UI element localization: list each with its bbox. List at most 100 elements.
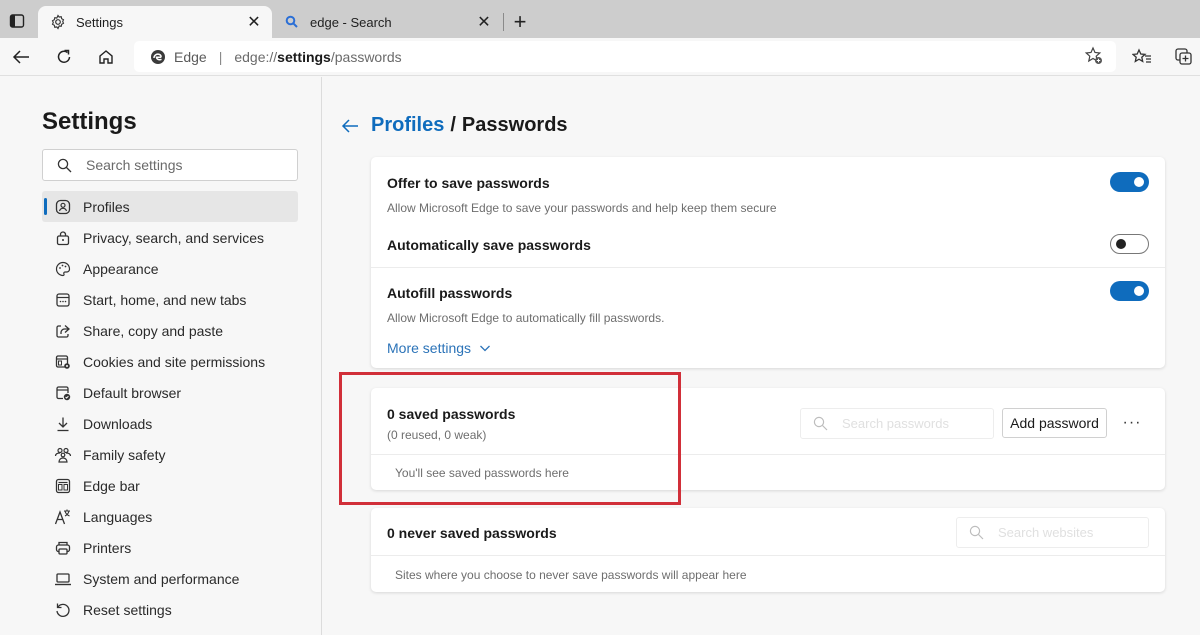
sidebar-item-system[interactable]: System and performance	[42, 563, 298, 594]
breadcrumb: Profiles / Passwords	[341, 114, 568, 137]
arrow-left-icon	[341, 118, 358, 133]
lock-icon	[54, 229, 72, 247]
back-button[interactable]	[7, 44, 35, 70]
offer-save-desc: Allow Microsoft Edge to save your passwo…	[387, 201, 777, 215]
sidebar-item-label: Edge bar	[83, 477, 140, 494]
chevron-down-icon	[480, 345, 491, 352]
search-websites[interactable]	[956, 517, 1149, 548]
add-password-button[interactable]: Add password	[1002, 408, 1107, 438]
search-icon	[284, 14, 300, 30]
more-settings-label: More settings	[387, 340, 472, 356]
tab-settings[interactable]: Settings ✕	[38, 6, 272, 38]
laptop-icon	[54, 570, 72, 588]
address-bar[interactable]: Edge | edge://settings/passwords	[134, 41, 1116, 72]
divider	[371, 267, 1165, 268]
divider	[371, 555, 1165, 556]
sidebar-item-label: Share, copy and paste	[83, 322, 224, 339]
share-icon	[54, 322, 72, 340]
tab-actions-button[interactable]	[6, 10, 28, 32]
breadcrumb-separator: /	[450, 114, 456, 136]
refresh-icon	[57, 49, 71, 63]
settings-search[interactable]	[42, 149, 298, 181]
tab-actions-icon	[9, 14, 25, 28]
sidebar-item-printers[interactable]: Printers	[42, 532, 298, 563]
offer-save-title: Offer to save passwords	[387, 175, 550, 191]
settings-search-input[interactable]	[86, 157, 266, 173]
home-icon	[99, 50, 113, 64]
download-icon	[54, 415, 72, 433]
never-saved-empty: Sites where you choose to never save pas…	[395, 568, 747, 582]
auto-save-toggle[interactable]	[1110, 234, 1149, 254]
cookies-icon	[54, 353, 72, 371]
settings-sidebar: Settings Profiles Privacy, search, and s…	[0, 77, 322, 635]
favorites-button[interactable]	[1128, 44, 1156, 70]
languages-icon	[54, 508, 72, 526]
tab-divider	[503, 13, 504, 31]
star-add-icon	[1084, 46, 1102, 64]
sidebar-item-appearance[interactable]: Appearance	[42, 253, 298, 284]
sidebar-item-privacy[interactable]: Privacy, search, and services	[42, 222, 298, 253]
sidebar-nav: Profiles Privacy, search, and services A…	[42, 191, 298, 625]
search-passwords-input[interactable]	[842, 416, 972, 431]
address-url: edge://settings/passwords	[234, 48, 402, 65]
sidebar-item-languages[interactable]: Languages	[42, 501, 298, 532]
close-tab-button[interactable]: ✕	[244, 12, 264, 32]
offer-save-toggle[interactable]	[1110, 172, 1149, 192]
favorites-icon	[1132, 48, 1151, 63]
default-browser-icon	[54, 384, 72, 402]
sidebar-item-label: Family safety	[83, 446, 166, 463]
annotation-highlight-box	[339, 372, 681, 505]
search-icon	[813, 416, 828, 431]
never-saved-count: 0 never saved passwords	[387, 525, 557, 541]
new-tab-icon	[54, 291, 72, 309]
family-icon	[54, 446, 72, 464]
profile-icon	[54, 198, 72, 216]
palette-icon	[54, 260, 72, 278]
never-saved-card: 0 never saved passwords Sites where you …	[371, 508, 1165, 592]
sidebar-item-label: Cookies and site permissions	[83, 353, 266, 370]
sidebar-title: Settings	[42, 108, 137, 135]
sidebar-item-share[interactable]: Share, copy and paste	[42, 315, 298, 346]
settings-main: Profiles / Passwords Offer to save passw…	[323, 77, 1200, 635]
search-websites-input[interactable]	[998, 525, 1128, 540]
new-tab-button[interactable]: +	[508, 9, 532, 34]
search-icon	[57, 158, 72, 172]
address-brand: Edge	[174, 48, 207, 65]
sidebar-item-cookies[interactable]: Cookies and site permissions	[42, 346, 298, 377]
sidebar-item-profiles[interactable]: Profiles	[42, 191, 298, 222]
search-passwords[interactable]	[800, 408, 994, 439]
page-title: Passwords	[461, 114, 568, 136]
sidebar-item-start-home[interactable]: Start, home, and new tabs	[42, 284, 298, 315]
navigation-toolbar: Edge | edge://settings/passwords	[0, 38, 1200, 76]
search-icon	[969, 525, 984, 540]
address-separator: |	[218, 48, 223, 65]
refresh-button[interactable]	[50, 44, 78, 70]
sidebar-item-edge-bar[interactable]: Edge bar	[42, 470, 298, 501]
sidebar-item-family[interactable]: Family safety	[42, 439, 298, 470]
more-settings-button[interactable]: More settings	[387, 340, 491, 356]
sidebar-item-label: Reset settings	[83, 601, 172, 618]
tab-edge-search[interactable]: edge - Search ✕	[272, 6, 502, 38]
arrow-left-icon	[12, 50, 29, 64]
tab-strip: Settings ✕ edge - Search ✕ +	[0, 0, 1200, 38]
autofill-desc: Allow Microsoft Edge to automatically fi…	[387, 311, 665, 325]
back-to-profiles-button[interactable]	[341, 116, 361, 136]
reset-icon	[54, 601, 72, 619]
tab-title: Settings	[76, 14, 123, 30]
sidebar-item-label: Start, home, and new tabs	[83, 291, 247, 308]
sidebar-item-default-browser[interactable]: Default browser	[42, 377, 298, 408]
edge-logo-icon	[151, 49, 165, 64]
autofill-toggle[interactable]	[1110, 281, 1149, 301]
breadcrumb-profiles-link[interactable]: Profiles	[371, 114, 444, 137]
close-tab-button[interactable]: ✕	[474, 12, 494, 32]
more-options-button[interactable]: ···	[1119, 410, 1145, 436]
gear-icon	[50, 14, 66, 30]
collections-button[interactable]	[1170, 44, 1198, 70]
autofill-title: Autofill passwords	[387, 285, 513, 301]
home-button[interactable]	[92, 44, 120, 70]
sidebar-item-downloads[interactable]: Downloads	[42, 408, 298, 439]
auto-save-title: Automatically save passwords	[387, 237, 591, 253]
sidebar-item-label: System and performance	[83, 570, 240, 587]
sidebar-item-reset[interactable]: Reset settings	[42, 594, 298, 625]
add-favorite-button[interactable]	[1084, 46, 1104, 66]
